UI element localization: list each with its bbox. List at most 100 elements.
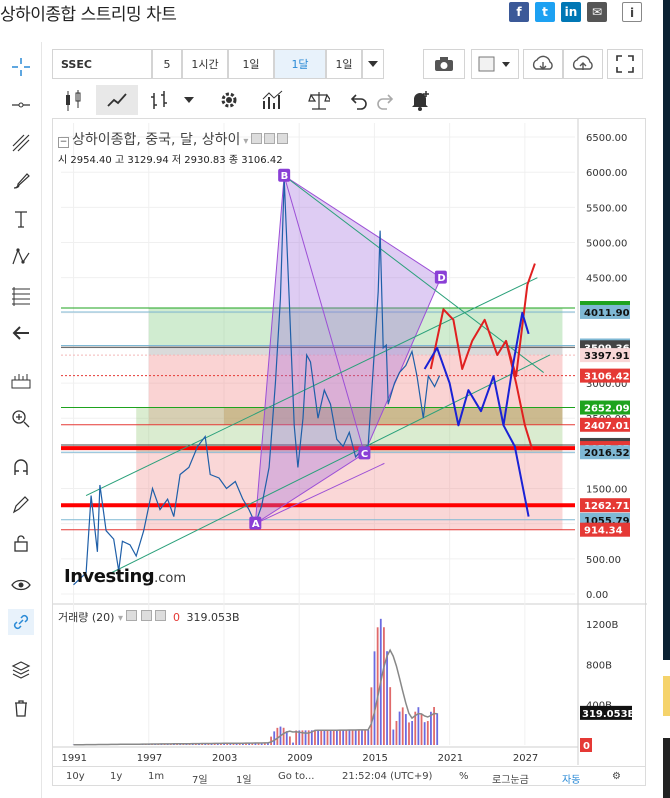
trendline-icon[interactable]	[8, 130, 34, 156]
volume-legend: 거래량 (20) ▾ 0 319.053B	[58, 609, 240, 625]
pencil-lock-icon[interactable]	[8, 492, 34, 518]
percent-toggle[interactable]: %	[459, 771, 469, 782]
interval-1d-button[interactable]: 1일	[228, 49, 274, 79]
interval-1m-button[interactable]: 1달	[274, 49, 326, 79]
volume-bar	[342, 730, 345, 745]
interval-5-button[interactable]: 5	[152, 49, 182, 79]
chart-type-dropdown-icon[interactable]	[178, 85, 200, 115]
y-tick-label: 5000.00	[586, 239, 627, 250]
chart-legend: − 상하이종합, 중국, 달, 상하이 ▾	[58, 129, 289, 149]
fibonacci-icon[interactable]	[8, 282, 34, 308]
x-tick-label: 2015	[362, 753, 387, 764]
eye-icon[interactable]	[8, 572, 34, 598]
interval-1h-button[interactable]: 1시간	[182, 49, 228, 79]
symbol-input[interactable]: SSEC	[52, 49, 152, 79]
zoom-in-icon[interactable]	[8, 406, 34, 432]
mail-icon[interactable]: ✉	[587, 2, 607, 22]
volume-zero: 0	[172, 611, 180, 624]
link-icon[interactable]	[8, 609, 34, 635]
x-tick-label: 2003	[212, 753, 237, 764]
volume-bar	[326, 730, 329, 745]
trash-icon[interactable]	[8, 695, 34, 721]
info-icon[interactable]: i	[622, 2, 642, 22]
brush-icon[interactable]	[8, 168, 34, 194]
range-10y-button[interactable]: 10y	[66, 771, 85, 782]
volume-bar	[314, 730, 316, 745]
volume-bar	[370, 687, 373, 745]
y-tick-label: 500.00	[586, 555, 621, 566]
color-picker-icon[interactable]	[471, 49, 519, 79]
price-tag-label: 2652.09	[584, 404, 630, 415]
bottom-bar: 10y 1y 1m 7일 1일 Go to... 21:52:04 (UTC+9…	[52, 766, 646, 788]
cloud-upload-icon[interactable]	[563, 49, 603, 79]
volume-bar	[339, 730, 341, 745]
range-1m-button[interactable]: 1m	[148, 771, 164, 782]
arrow-left-icon[interactable]	[8, 320, 34, 346]
settings-icon[interactable]	[212, 85, 246, 115]
x-tick-label: 1991	[62, 753, 87, 764]
volume-bar	[404, 714, 407, 745]
interval-select[interactable]: 1일	[326, 49, 362, 79]
lock-icon[interactable]	[8, 530, 34, 556]
y-tick-label: 4500.00	[586, 274, 627, 285]
volume-bar	[364, 729, 367, 745]
chevron-down-icon[interactable]	[362, 49, 384, 79]
layers-icon[interactable]	[8, 657, 34, 683]
x-tick-label: 1997	[137, 753, 162, 764]
volume-bar	[408, 722, 410, 745]
linkedin-icon[interactable]: in	[561, 2, 581, 22]
legend-visibility-icon[interactable]	[251, 133, 263, 144]
twitter-icon[interactable]: t	[535, 2, 555, 22]
bar-type-icon[interactable]	[142, 85, 178, 115]
cloud-download-icon[interactable]	[523, 49, 563, 79]
chart-canvas[interactable]: 6500.006000.005500.005000.004500.004000.…	[53, 119, 647, 787]
candlestick-icon[interactable]	[52, 85, 94, 115]
pattern-icon[interactable]	[8, 244, 34, 270]
y-tick-label: 6000.00	[586, 168, 627, 179]
volume-visibility-icon[interactable]	[126, 610, 138, 621]
volume-bar	[373, 651, 376, 745]
x-tick-label: 2009	[287, 753, 312, 764]
volume-bar	[320, 730, 323, 745]
range-1y-button[interactable]: 1y	[110, 771, 122, 782]
undo-icon[interactable]	[344, 85, 372, 115]
y-tick-label: 1500.00	[586, 485, 627, 496]
volume-bar	[386, 651, 388, 745]
legend-close-icon[interactable]	[277, 133, 289, 144]
volume-dropdown-icon[interactable]: ▾	[118, 613, 123, 624]
magnet-icon[interactable]	[8, 454, 34, 480]
volume-settings-icon[interactable]	[140, 610, 152, 621]
open-label: 시	[58, 155, 68, 166]
high-label: 고	[114, 155, 125, 166]
redo-icon[interactable]	[372, 85, 400, 115]
volume-close-icon[interactable]	[155, 610, 167, 621]
range-1d-button[interactable]: 1일	[236, 771, 252, 786]
compare-scale-icon[interactable]	[302, 85, 336, 115]
text-icon[interactable]	[8, 206, 34, 232]
ruler-icon[interactable]	[8, 368, 34, 394]
bottom-settings-icon[interactable]: ⚙	[612, 771, 621, 782]
legend-collapse-icon[interactable]: −	[58, 137, 69, 148]
fullscreen-icon[interactable]	[607, 49, 643, 79]
chart-frame[interactable]: 6500.006000.005500.005000.004500.004000.…	[52, 118, 647, 787]
goto-button[interactable]: Go to...	[278, 771, 314, 782]
ohlc-legend: 시 2954.40 고 3129.94 저 2930.83 종 3106.42	[58, 151, 283, 166]
volume-bar	[285, 731, 288, 745]
volume-bar	[398, 711, 401, 745]
camera-icon[interactable]	[423, 49, 465, 79]
indicators-icon[interactable]	[256, 85, 290, 115]
alert-bell-icon[interactable]	[404, 85, 436, 115]
close-label: 종	[228, 155, 239, 166]
range-7d-button[interactable]: 7일	[192, 771, 208, 786]
crosshair-icon[interactable]	[8, 54, 34, 80]
price-tag-label: 1262.71	[584, 501, 630, 512]
line-chart-icon[interactable]	[96, 85, 138, 115]
facebook-icon[interactable]: f	[509, 2, 529, 22]
volume-bar	[367, 729, 370, 745]
y-tick-label: 0.00	[586, 590, 608, 601]
legend-dropdown-icon[interactable]: ▾	[243, 136, 248, 147]
horizontal-line-icon[interactable]	[8, 92, 34, 118]
legend-settings-icon[interactable]	[264, 133, 276, 144]
auto-scale-toggle[interactable]: 자동	[562, 771, 580, 786]
log-scale-toggle[interactable]: 로그눈금	[492, 771, 529, 786]
